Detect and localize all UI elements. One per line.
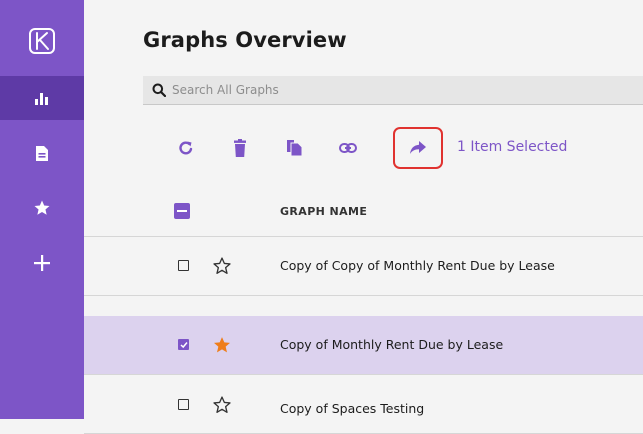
search-icon	[152, 83, 166, 97]
trash-icon	[234, 139, 246, 157]
selection-count: 1 Item Selected	[457, 139, 568, 155]
page-title: Graphs Overview	[143, 28, 347, 52]
sidebar	[0, 0, 84, 419]
search-input[interactable]	[172, 83, 472, 97]
row-checkbox-checked[interactable]	[178, 339, 189, 350]
delete-button[interactable]	[220, 128, 260, 168]
share-button[interactable]	[393, 127, 443, 169]
sidebar-item-favorites[interactable]	[0, 186, 84, 230]
row-checkbox[interactable]	[178, 399, 189, 410]
copy-link-button[interactable]	[328, 128, 368, 168]
star-outline-icon[interactable]	[212, 256, 232, 276]
table-header: GRAPH NAME	[84, 188, 643, 236]
document-icon	[36, 145, 48, 161]
star-outline-icon[interactable]	[212, 395, 232, 415]
select-all-checkbox[interactable]	[174, 203, 190, 219]
sidebar-item-graphs[interactable]	[0, 76, 84, 120]
search-bar[interactable]	[143, 76, 643, 105]
graph-name[interactable]: Copy of Monthly Rent Due by Lease	[280, 337, 503, 352]
column-header-graph-name[interactable]: GRAPH NAME	[280, 205, 367, 218]
table-row[interactable]: Copy of Copy of Monthly Rent Due by Leas…	[84, 237, 643, 296]
refresh-icon	[179, 141, 193, 155]
link-icon	[339, 143, 357, 153]
refresh-button[interactable]	[166, 128, 206, 168]
bar-chart-icon	[35, 93, 48, 105]
logo-icon	[29, 28, 55, 54]
toolbar: 1 Item Selected	[84, 127, 567, 169]
star-icon	[34, 200, 50, 215]
graph-name[interactable]: Copy of Spaces Testing	[280, 401, 424, 416]
plus-icon	[34, 255, 50, 271]
app-logo[interactable]	[0, 18, 84, 64]
graph-name[interactable]: Copy of Copy of Monthly Rent Due by Leas…	[280, 258, 555, 273]
table-row-selected[interactable]: Copy of Monthly Rent Due by Lease	[84, 316, 643, 375]
star-filled-icon[interactable]	[212, 335, 232, 355]
row-checkbox[interactable]	[178, 260, 189, 271]
copy-icon	[286, 140, 302, 157]
check-icon	[179, 341, 188, 348]
table-row[interactable]: Copy of Spaces Testing	[84, 375, 643, 434]
sidebar-item-documents[interactable]	[0, 131, 84, 175]
share-arrow-icon	[410, 141, 426, 154]
sidebar-item-add[interactable]	[0, 241, 84, 285]
duplicate-button[interactable]	[274, 128, 314, 168]
